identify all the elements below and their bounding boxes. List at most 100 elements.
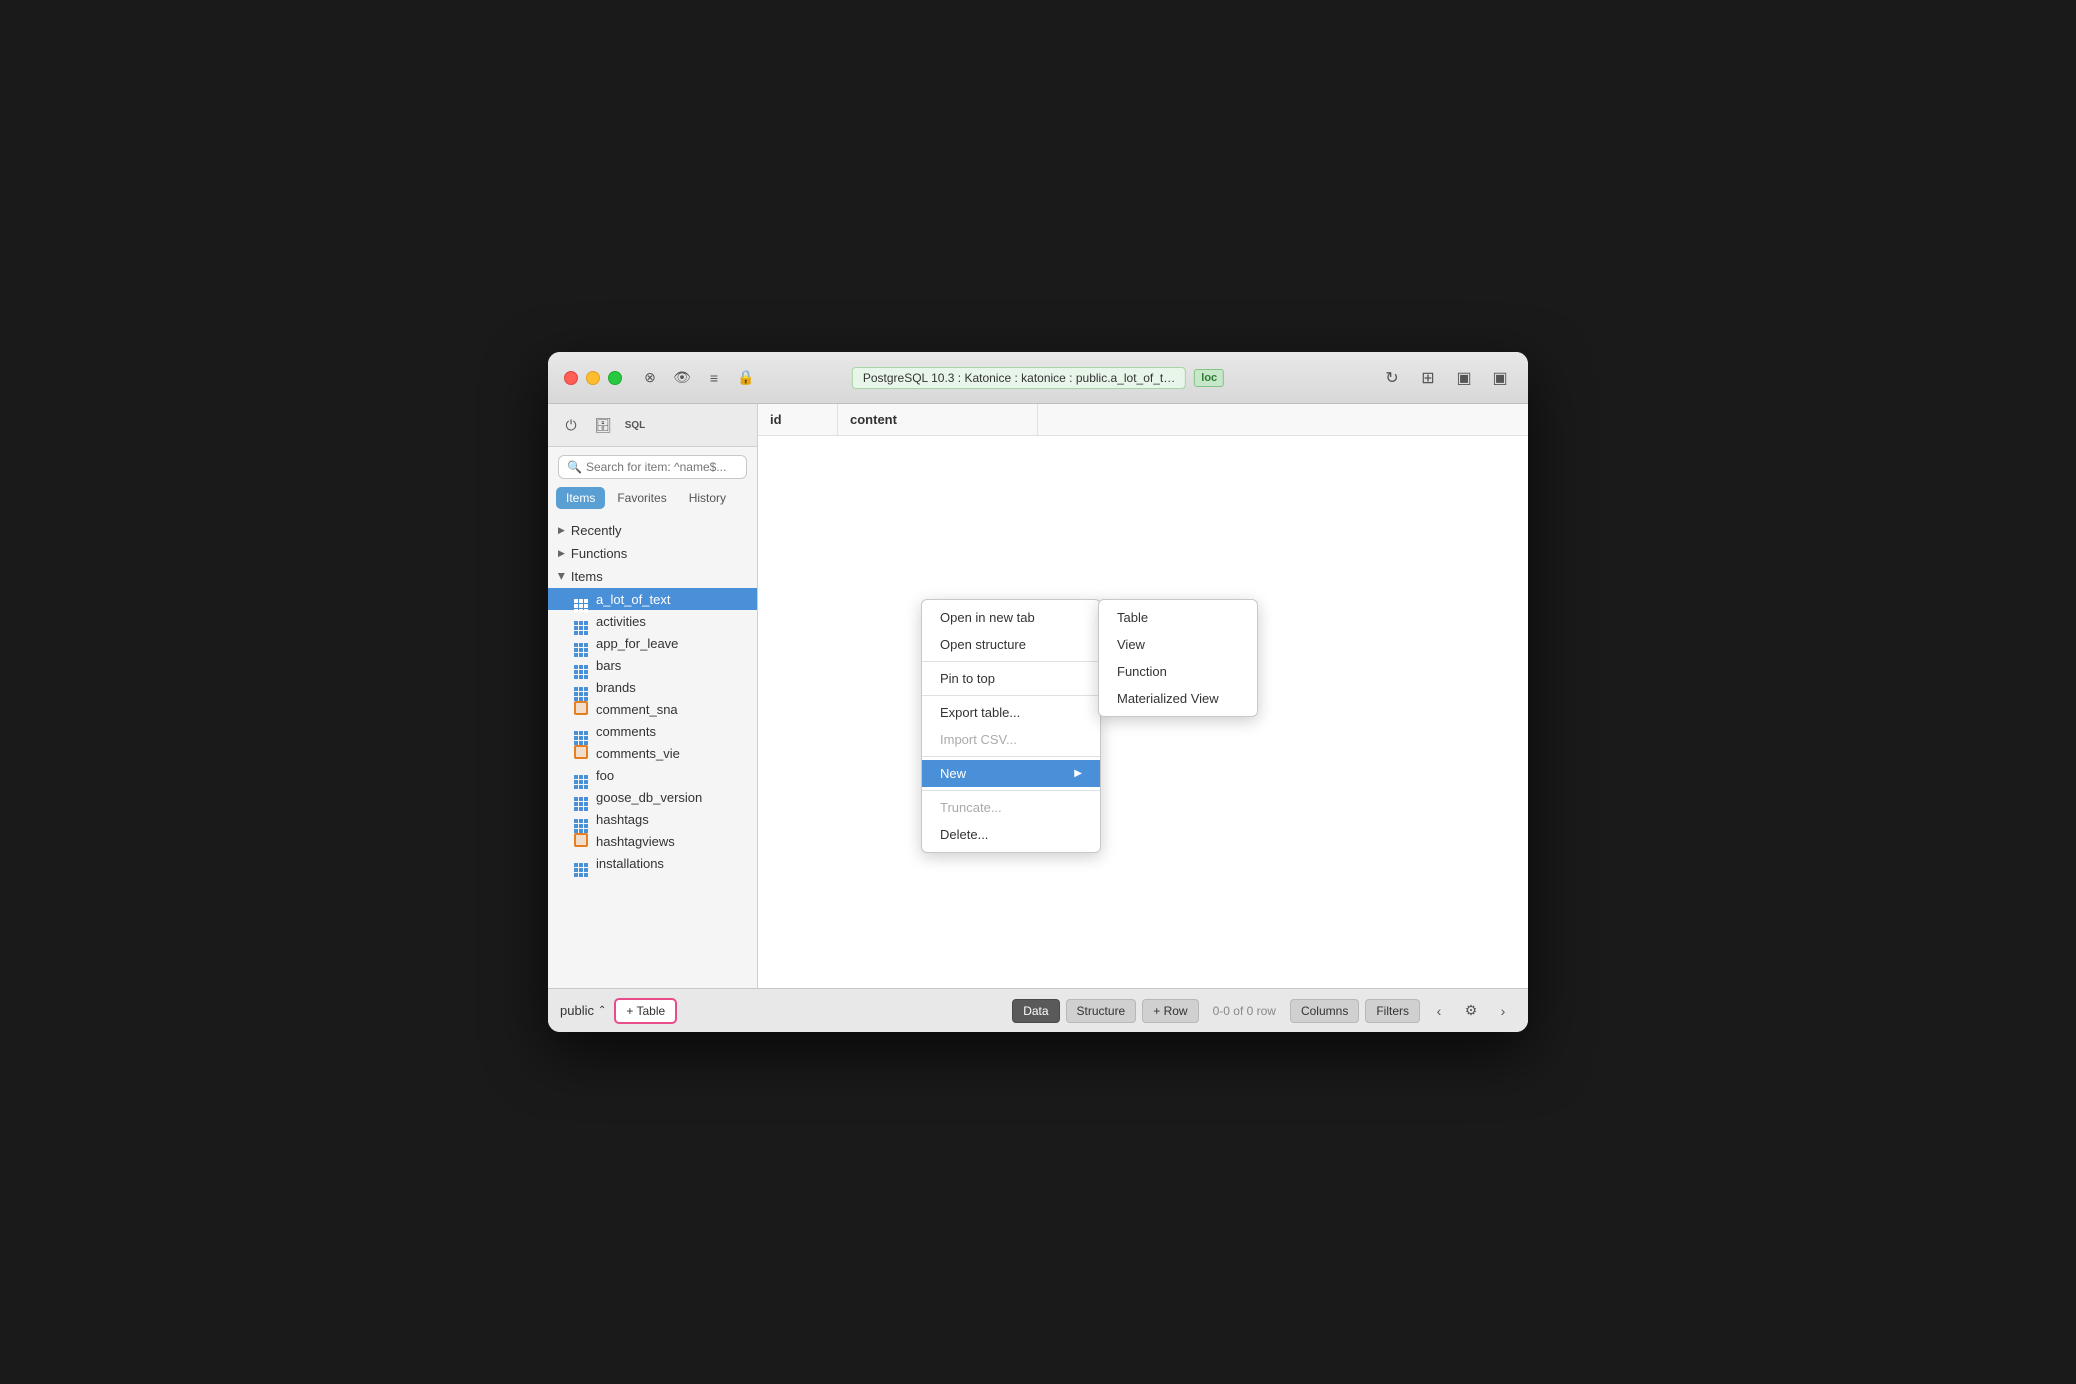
sidebar-toolbar: ⏻ 🗄 SQL — [548, 404, 757, 447]
tab-favorites[interactable]: Favorites — [607, 487, 676, 509]
submenu-function[interactable]: Function — [1099, 658, 1257, 685]
bottombar: public ⌃ + Table Data Structure + Row 0-… — [548, 988, 1528, 1032]
context-menu: Open in new tab Open structure Pin to to… — [921, 599, 1101, 853]
power-icon[interactable]: ⏻ — [558, 412, 584, 438]
group-items[interactable]: ▶ Items — [548, 565, 757, 588]
menu-open-structure[interactable]: Open structure — [922, 631, 1100, 658]
tree-item-brands[interactable]: brands — [548, 676, 757, 698]
submenu: Table View Function Materialized View — [1098, 599, 1258, 717]
table-icon — [574, 811, 590, 827]
structure-button[interactable]: Structure — [1066, 999, 1137, 1023]
menu-pin-to-top[interactable]: Pin to top — [922, 665, 1100, 692]
add-table-label: + Table — [626, 1004, 665, 1018]
triangle-icon: ▶ — [556, 573, 567, 580]
panel-left-icon[interactable]: ▣ — [1452, 366, 1476, 390]
item-name: bars — [596, 658, 621, 673]
gear-icon[interactable]: ⚙ — [1458, 998, 1484, 1024]
menu-truncate: Truncate... — [922, 794, 1100, 821]
tree-item-goose_db_version[interactable]: goose_db_version — [548, 786, 757, 808]
add-table-button[interactable]: + Table — [614, 998, 677, 1024]
database-icon[interactable]: 🗄 — [590, 412, 616, 438]
group-items-label: Items — [571, 569, 603, 584]
item-name: comments — [596, 724, 656, 739]
tree-item-hashtagviews[interactable]: hashtagviews — [548, 830, 757, 852]
connection-badge: PostgreSQL 10.3 : Katonice : katonice : … — [852, 367, 1186, 389]
list-icon[interactable]: ≡ — [702, 366, 726, 390]
tree-item-installations[interactable]: installations — [548, 852, 757, 874]
minimize-button[interactable] — [586, 371, 600, 385]
item-name: app_for_leave — [596, 636, 678, 651]
panel-right-icon[interactable]: ▣ — [1488, 366, 1512, 390]
item-name: hashtags — [596, 812, 649, 827]
titlebar: ⊗ 👁 ≡ 🔒 PostgreSQL 10.3 : Katonice : kat… — [548, 352, 1528, 404]
table-icon — [574, 635, 590, 651]
tree-item-app_for_leave[interactable]: app_for_leave — [548, 632, 757, 654]
item-name: foo — [596, 768, 614, 783]
close-icon[interactable]: ⊗ — [638, 366, 662, 390]
tree-item-activities[interactable]: activities — [548, 610, 757, 632]
next-icon[interactable]: › — [1490, 998, 1516, 1024]
search-icon: 🔍 — [567, 460, 582, 474]
tree-item-foo[interactable]: foo — [548, 764, 757, 786]
search-box[interactable]: 🔍 — [558, 455, 747, 479]
titlebar-center: PostgreSQL 10.3 : Katonice : katonice : … — [852, 367, 1224, 389]
table-icon — [574, 657, 590, 673]
menu-separator — [922, 695, 1100, 696]
table-icon — [574, 723, 590, 739]
sql-icon[interactable]: SQL — [622, 412, 648, 438]
menu-separator — [922, 790, 1100, 791]
grid-icon[interactable]: ⊞ — [1416, 366, 1440, 390]
tree-item-bars[interactable]: bars — [548, 654, 757, 676]
connection-string: PostgreSQL 10.3 : Katonice : katonice : … — [863, 371, 1175, 385]
maximize-button[interactable] — [608, 371, 622, 385]
menu-delete[interactable]: Delete... — [922, 821, 1100, 848]
search-input[interactable] — [586, 460, 738, 474]
eye-icon[interactable]: 👁 — [670, 366, 694, 390]
table-header: id content — [758, 404, 1528, 436]
tree-item-hashtags[interactable]: hashtags — [548, 808, 757, 830]
tab-history[interactable]: History — [679, 487, 736, 509]
submenu-materialized-view[interactable]: Materialized View — [1099, 685, 1257, 712]
col-header-content: content — [838, 404, 1038, 435]
tree-item-comment_sna[interactable]: comment_sna — [548, 698, 757, 720]
main-window: ⊗ 👁 ≡ 🔒 PostgreSQL 10.3 : Katonice : kat… — [548, 352, 1528, 1032]
submenu-table[interactable]: Table — [1099, 604, 1257, 631]
tree-item-comments_vie[interactable]: comments_vie — [548, 742, 757, 764]
sidebar-tabs: Items Favorites History — [556, 487, 749, 509]
schema-select[interactable]: public ⌃ — [560, 1003, 606, 1018]
data-button[interactable]: Data — [1012, 999, 1059, 1023]
item-name: brands — [596, 680, 636, 695]
item-name: goose_db_version — [596, 790, 702, 805]
tab-items[interactable]: Items — [556, 487, 605, 509]
add-row-button[interactable]: + Row — [1142, 999, 1198, 1023]
group-recently[interactable]: ▶ Recently — [548, 519, 757, 542]
item-name: activities — [596, 614, 646, 629]
traffic-lights — [564, 371, 622, 385]
sidebar: ⏻ 🗄 SQL 🔍 Items Favorites History ▶ Rece… — [548, 404, 758, 988]
schema-label: public — [560, 1003, 594, 1018]
lock-icon[interactable]: 🔒 — [734, 366, 758, 390]
loc-badge: loc — [1194, 369, 1224, 387]
triangle-icon: ▶ — [558, 525, 565, 536]
menu-export-table[interactable]: Export table... — [922, 699, 1100, 726]
row-count: 0-0 of 0 row — [1213, 1004, 1276, 1018]
menu-separator — [922, 756, 1100, 757]
close-button[interactable] — [564, 371, 578, 385]
sidebar-tree: ▶ Recently ▶ Functions ▶ Items — [548, 515, 757, 988]
submenu-view[interactable]: View — [1099, 631, 1257, 658]
refresh-icon[interactable]: ↻ — [1380, 366, 1404, 390]
table-icon — [574, 591, 590, 607]
prev-icon[interactable]: ‹ — [1426, 998, 1452, 1024]
item-name: a_lot_of_text — [596, 592, 670, 607]
filters-button[interactable]: Filters — [1365, 999, 1420, 1023]
group-functions[interactable]: ▶ Functions — [548, 542, 757, 565]
tree-item-a_lot_of_text[interactable]: a_lot_of_text — [548, 588, 757, 610]
main-area: ⏻ 🗄 SQL 🔍 Items Favorites History ▶ Rece… — [548, 404, 1528, 988]
columns-button[interactable]: Columns — [1290, 999, 1359, 1023]
menu-new[interactable]: New ▶ — [922, 760, 1100, 787]
menu-open-new-tab[interactable]: Open in new tab — [922, 604, 1100, 631]
tree-item-comments[interactable]: comments — [548, 720, 757, 742]
table-icon — [574, 613, 590, 629]
item-name: comment_sna — [596, 702, 678, 717]
group-functions-label: Functions — [571, 546, 627, 561]
